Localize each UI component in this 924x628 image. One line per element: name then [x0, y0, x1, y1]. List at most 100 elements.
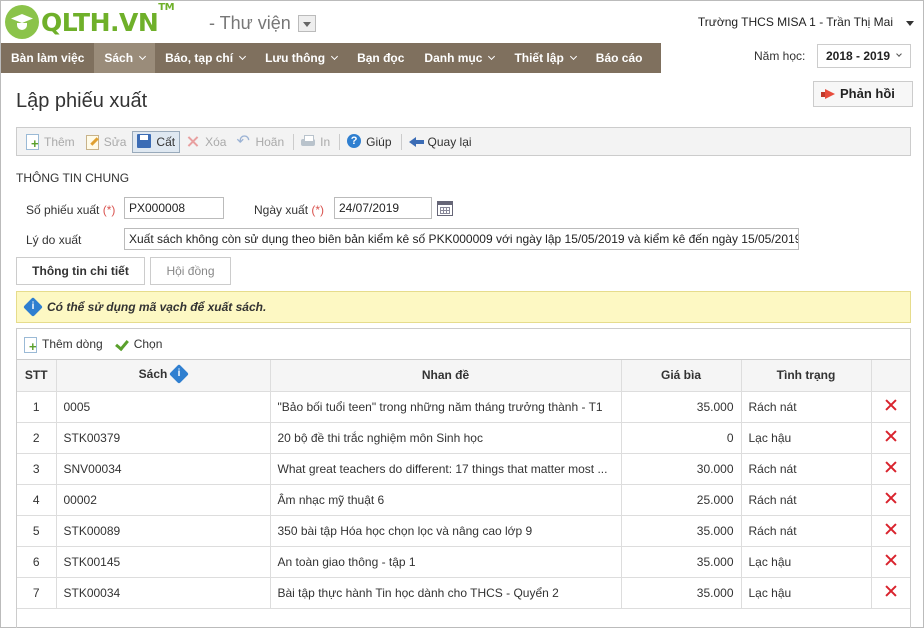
user-menu-caret-icon[interactable]: [906, 21, 914, 26]
row-title[interactable]: 350 bài tập Hóa học chọn lọc và nâng cao…: [269, 514, 622, 547]
reason-input[interactable]: Xuất sách không còn sử dụng theo biên bả…: [124, 228, 799, 250]
column-header-price[interactable]: Giá bìa: [620, 360, 742, 392]
row-book-code[interactable]: STK00379: [55, 421, 271, 454]
row-price[interactable]: 0: [620, 421, 742, 454]
row-actions: [870, 452, 910, 485]
info-icon[interactable]: i: [169, 364, 190, 385]
row-condition[interactable]: Lạc hậu: [740, 576, 872, 609]
row-price[interactable]: 35.000: [620, 576, 742, 609]
toolbar-separator: [339, 133, 341, 150]
table-row[interactable]: 7 STK00034 Bài tập thực hành Tin học dành …: [17, 576, 910, 609]
feedback-label: Phản hồi: [840, 86, 895, 101]
user-info[interactable]: Trường THCS MISA 1 - Trần Thị Mai: [698, 15, 893, 29]
barcode-notice: i Có thể sử dụng mã vạch để xuất sách.: [16, 291, 911, 323]
row-book-code[interactable]: STK00034: [55, 576, 271, 609]
delete-row-icon[interactable]: [885, 492, 897, 504]
export-date-input[interactable]: 24/07/2019: [334, 197, 432, 219]
row-price[interactable]: 35.000: [620, 514, 742, 547]
nav-item-7[interactable]: Báo cáo: [586, 43, 653, 73]
nav-item-2[interactable]: Báo, tạp chí: [155, 43, 255, 73]
voucher-number-input[interactable]: PX000008: [124, 197, 224, 219]
column-header-condition[interactable]: Tình trạng: [740, 360, 872, 392]
logo-text: QLTH.VNTM: [41, 1, 175, 37]
calendar-icon[interactable]: [437, 201, 453, 216]
undo-button[interactable]: Hoãn: [232, 131, 288, 153]
back-button[interactable]: Quay lại: [405, 131, 476, 153]
nav-item-6[interactable]: Thiết lập: [504, 43, 585, 73]
row-condition[interactable]: Rách nát: [740, 483, 872, 516]
edit-button[interactable]: Sửa: [81, 131, 131, 153]
voucher-number-label: Số phiếu xuất (*): [26, 203, 116, 217]
print-button[interactable]: In: [297, 131, 334, 153]
nav-item-1[interactable]: Sách: [94, 43, 156, 73]
table-row[interactable]: 4 00002 Âm nhạc mỹ thuật 6 25.000 Rách nát: [17, 483, 910, 516]
row-book-code[interactable]: 0005: [55, 390, 271, 423]
table-row[interactable]: 5 STK00089 350 bài tập Hóa học chọn lọc và…: [17, 514, 910, 547]
module-name: - Thư viện: [209, 13, 291, 33]
row-condition[interactable]: Lạc hậu: [740, 421, 872, 454]
app-logo[interactable]: QLTH.VNTM: [5, 1, 175, 39]
delete-row-icon[interactable]: [885, 430, 897, 442]
table-row[interactable]: 1 0005 "Bảo bối tuổi teen" trong những năm…: [17, 390, 910, 423]
table-row[interactable]: 6 STK00145 An toàn giao thông - tập 1 35.00…: [17, 545, 910, 578]
save-label: Cất: [156, 134, 176, 149]
row-condition[interactable]: Lạc hậu: [740, 545, 872, 578]
module-dropdown-button[interactable]: [298, 15, 316, 32]
add-button[interactable]: Thêm: [21, 131, 79, 153]
row-price[interactable]: 35.000: [620, 545, 742, 578]
row-actions: [870, 421, 910, 454]
delete-button[interactable]: Xóa: [182, 131, 230, 153]
row-title[interactable]: An toàn giao thông - tập 1: [269, 545, 622, 578]
choose-button[interactable]: Chọn: [115, 337, 163, 352]
row-book-code[interactable]: SNV00034: [55, 452, 271, 485]
delete-row-icon[interactable]: [885, 523, 897, 535]
delete-row-icon[interactable]: [885, 461, 897, 473]
tab-council[interactable]: Hội đồng: [150, 257, 231, 285]
row-title[interactable]: 20 bộ đề thi trắc nghiệm môn Sinh học: [269, 421, 622, 454]
column-header-title[interactable]: Nhan đề: [269, 360, 622, 392]
print-icon: [301, 134, 316, 149]
row-book-code[interactable]: 00002: [55, 483, 271, 516]
book-grid: Thêm dòng Chọn STT Sáchi Nhan đề Giá bìa…: [16, 328, 911, 628]
row-title[interactable]: Âm nhạc mỹ thuật 6: [269, 483, 622, 516]
delete-row-icon[interactable]: [885, 554, 897, 566]
row-book-code[interactable]: STK00089: [55, 514, 271, 547]
row-title[interactable]: "Bảo bối tuổi teen" trong những năm thán…: [269, 390, 622, 423]
tab-detail-info[interactable]: Thông tin chi tiết: [16, 257, 145, 285]
row-condition[interactable]: Rách nát: [740, 390, 872, 423]
school-year-value: 2018 - 2019: [826, 49, 891, 63]
delete-row-icon[interactable]: [885, 585, 897, 597]
row-stt: 1: [17, 390, 57, 423]
column-header-stt[interactable]: STT: [17, 360, 57, 392]
add-row-button[interactable]: Thêm dòng: [23, 336, 103, 353]
table-row[interactable]: 3 SNV00034 What great teachers do differen…: [17, 452, 910, 485]
row-stt: 2: [17, 421, 57, 454]
nav-item-label: Sách: [104, 51, 134, 65]
school-year-select[interactable]: 2018 - 2019: [817, 44, 911, 68]
help-button[interactable]: Giúp: [343, 131, 395, 153]
row-actions: [870, 576, 910, 609]
row-price[interactable]: 25.000: [620, 483, 742, 516]
nav-item-0[interactable]: Bàn làm việc: [1, 43, 94, 73]
book-table: STT Sách i Nhan đề Giá bìa Tình trạng 1 00…: [17, 360, 910, 609]
row-condition[interactable]: Rách nát: [740, 452, 872, 485]
delete-row-icon[interactable]: [885, 399, 897, 411]
megaphone-icon: [821, 89, 835, 99]
row-price[interactable]: 30.000: [620, 452, 742, 485]
export-date-label: Ngày xuất (*): [254, 203, 325, 217]
row-title[interactable]: What great teachers do different: 17 thi…: [269, 452, 622, 485]
table-row[interactable]: 2 STK00379 20 bộ đề thi trắc nghiệm môn Si…: [17, 421, 910, 454]
feedback-button[interactable]: Phản hồi: [813, 81, 913, 107]
column-header-book[interactable]: Sách i: [55, 360, 271, 392]
row-stt: 6: [17, 545, 57, 578]
reason-label: Lý do xuất: [26, 233, 82, 247]
nav-item-5[interactable]: Danh mục: [414, 43, 504, 73]
save-button[interactable]: Cất: [132, 130, 181, 153]
nav-item-4[interactable]: Bạn đọc: [347, 43, 414, 73]
row-book-code[interactable]: STK00145: [55, 545, 271, 578]
row-title[interactable]: Bài tập thực hành Tin học dành cho THCS …: [269, 576, 622, 609]
delete-icon: [186, 134, 201, 149]
row-price[interactable]: 35.000: [620, 390, 742, 423]
nav-item-3[interactable]: Lưu thông: [255, 43, 347, 73]
row-condition[interactable]: Rách nát: [740, 514, 872, 547]
